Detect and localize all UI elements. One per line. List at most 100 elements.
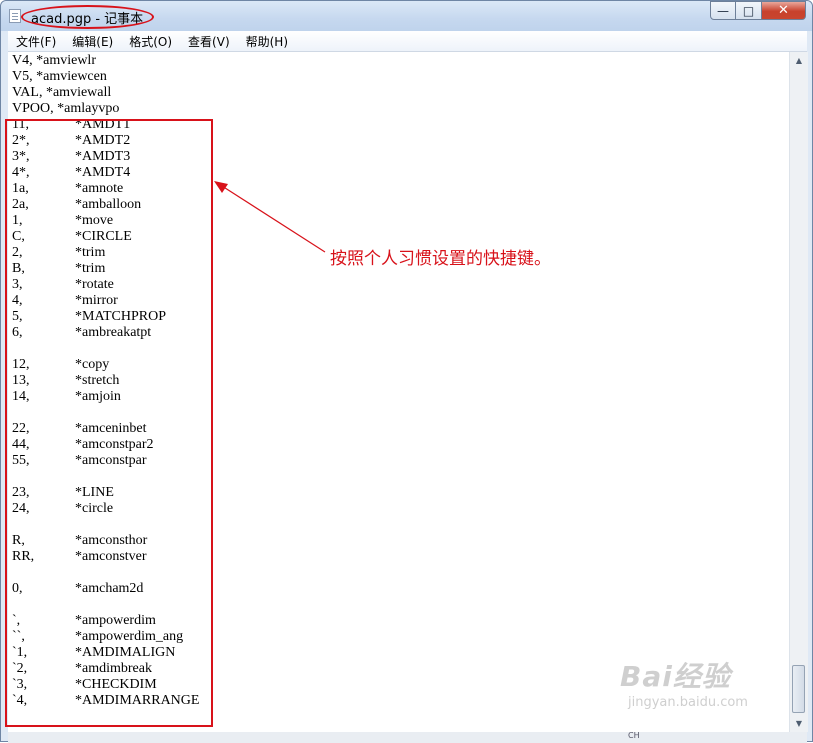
- shortcut-command: *amconstver: [75, 549, 147, 564]
- shortcut-command: *amcham2d: [75, 581, 144, 596]
- watermark-logo: Bai经验: [620, 660, 731, 693]
- menu-file[interactable]: 文件(F): [8, 33, 64, 50]
- shortcut-key: `3,: [12, 677, 28, 692]
- shortcut-key: ``,: [12, 629, 25, 644]
- shortcut-key: `,: [12, 613, 21, 628]
- shortcut-command: *amceninbet: [75, 421, 147, 436]
- text-line: 4, *mirror: [12, 293, 199, 309]
- shortcut-key: 24,: [12, 501, 30, 516]
- shortcut-command: *MATCHPROP: [75, 309, 167, 324]
- shortcut-key: 2,: [12, 245, 23, 260]
- shortcut-command: *trim: [75, 245, 106, 260]
- shortcut-key: 0,: [12, 581, 23, 596]
- text-line: 23, *LINE: [12, 485, 199, 501]
- shortcut-command: *AMDIMALIGN: [75, 645, 176, 660]
- shortcut-command: *amconsthor: [75, 533, 148, 548]
- text-line: 14, *amjoin: [12, 389, 199, 405]
- shortcut-command: *trim: [75, 261, 106, 276]
- shortcut-key: 1,: [12, 213, 23, 228]
- shortcut-key: 23,: [12, 485, 30, 500]
- shortcut-key: R,: [12, 533, 25, 548]
- shortcut-key: C,: [12, 229, 25, 244]
- text-line: C, *CIRCLE: [12, 229, 199, 245]
- shortcut-command: *amjoin: [75, 389, 121, 404]
- menu-format[interactable]: 格式(O): [121, 33, 180, 50]
- scroll-up-icon[interactable]: ▲: [790, 52, 808, 69]
- text-line: [12, 405, 199, 421]
- text-line: 22, *amceninbet: [12, 421, 199, 437]
- shortcut-key: 22,: [12, 421, 30, 436]
- shortcut-key: 4*,: [12, 165, 30, 180]
- text-line: `4, *AMDIMARRANGE: [12, 693, 199, 709]
- text-line: `2, *amdimbreak: [12, 661, 199, 677]
- shortcut-key: `2,: [12, 661, 28, 676]
- baidu-watermark: Bai经验 jingyan.baidu.com: [620, 655, 795, 725]
- text-line: 3, *rotate: [12, 277, 199, 293]
- text-line: 5, *MATCHPROP: [12, 309, 199, 325]
- ime-indicator[interactable]: CH: [628, 731, 640, 740]
- text-line: `, *ampowerdim: [12, 613, 199, 629]
- file-content: V4, *amviewlr V5, *amviewcen VAL, *amviewa…: [12, 53, 199, 709]
- shortcut-key: 14,: [12, 389, 30, 404]
- text-line: 11, *AMDT1: [12, 117, 199, 133]
- shortcut-command: *stretch: [75, 373, 120, 388]
- window-controls: — □ ✕: [710, 1, 806, 21]
- close-button[interactable]: ✕: [762, 1, 806, 20]
- shortcut-key: RR,: [12, 549, 35, 564]
- text-line: [12, 469, 199, 485]
- text-line: RR, *amconstver: [12, 549, 199, 565]
- shortcut-key: 4,: [12, 293, 23, 308]
- shortcut-key: `4,: [12, 693, 28, 708]
- text-line: 6, *ambreakatpt: [12, 325, 199, 341]
- text-line: V5, *amviewcen: [12, 69, 107, 84]
- shortcut-command: *amconstpar: [75, 453, 147, 468]
- text-line: 44, *amconstpar2: [12, 437, 199, 453]
- text-line: `1, *AMDIMALIGN: [12, 645, 199, 661]
- notepad-icon[interactable]: [9, 9, 21, 23]
- shortcut-key: 5,: [12, 309, 23, 324]
- shortcut-key: 44,: [12, 437, 30, 452]
- shortcut-command: *rotate: [75, 277, 114, 292]
- vertical-scrollbar[interactable]: ▲ ▼: [789, 52, 808, 732]
- shortcut-command: *copy: [75, 357, 110, 372]
- title-bar[interactable]: acad.pgp - 记事本 — □ ✕: [1, 1, 812, 31]
- shortcut-key: B,: [12, 261, 25, 276]
- shortcut-command: *amdimbreak: [75, 661, 152, 676]
- menu-bar: 文件(F) 编辑(E) 格式(O) 查看(V) 帮助(H): [8, 31, 807, 52]
- menu-help[interactable]: 帮助(H): [238, 33, 296, 50]
- shortcut-key: 55,: [12, 453, 30, 468]
- text-editor[interactable]: V4, *amviewlr V5, *amviewcen VAL, *amviewa…: [8, 52, 789, 732]
- shortcut-command: *ambreakatpt: [75, 325, 152, 340]
- shortcut-key: 2*,: [12, 133, 30, 148]
- text-line: 2*, *AMDT2: [12, 133, 199, 149]
- shortcut-command: *amnote: [75, 181, 124, 196]
- shortcut-command: *move: [75, 213, 114, 228]
- text-line: [12, 517, 199, 533]
- shortcut-key: 3,: [12, 277, 23, 292]
- shortcut-command: *ampowerdim: [75, 613, 156, 628]
- text-line: 1, *move: [12, 213, 199, 229]
- shortcut-key: 12,: [12, 357, 30, 372]
- text-line: 55, *amconstpar: [12, 453, 199, 469]
- menu-view[interactable]: 查看(V): [180, 33, 238, 50]
- text-line: 2, *trim: [12, 245, 199, 261]
- bottom-bar: [8, 732, 807, 743]
- minimize-button[interactable]: —: [710, 1, 736, 20]
- text-line: B, *trim: [12, 261, 199, 277]
- watermark-url: jingyan.baidu.com: [628, 695, 748, 710]
- shortcut-command: *CHECKDIM: [75, 677, 157, 692]
- shortcut-key: 3*,: [12, 149, 30, 164]
- text-line: 24, *circle: [12, 501, 199, 517]
- shortcut-command: *AMDIMARRANGE: [75, 693, 200, 708]
- window-title: acad.pgp - 记事本: [31, 12, 144, 27]
- maximize-button[interactable]: □: [736, 1, 762, 20]
- text-line: [12, 565, 199, 581]
- shortcut-command: *amconstpar2: [75, 437, 154, 452]
- text-line: 0, *amcham2d: [12, 581, 199, 597]
- shortcut-key: 6,: [12, 325, 23, 340]
- annotation-text: 按照个人习惯设置的快捷键。: [330, 249, 551, 269]
- shortcut-command: *AMDT3: [75, 149, 131, 164]
- shortcut-command: *AMDT4: [75, 165, 131, 180]
- text-line: [12, 597, 199, 613]
- menu-edit[interactable]: 编辑(E): [64, 33, 121, 50]
